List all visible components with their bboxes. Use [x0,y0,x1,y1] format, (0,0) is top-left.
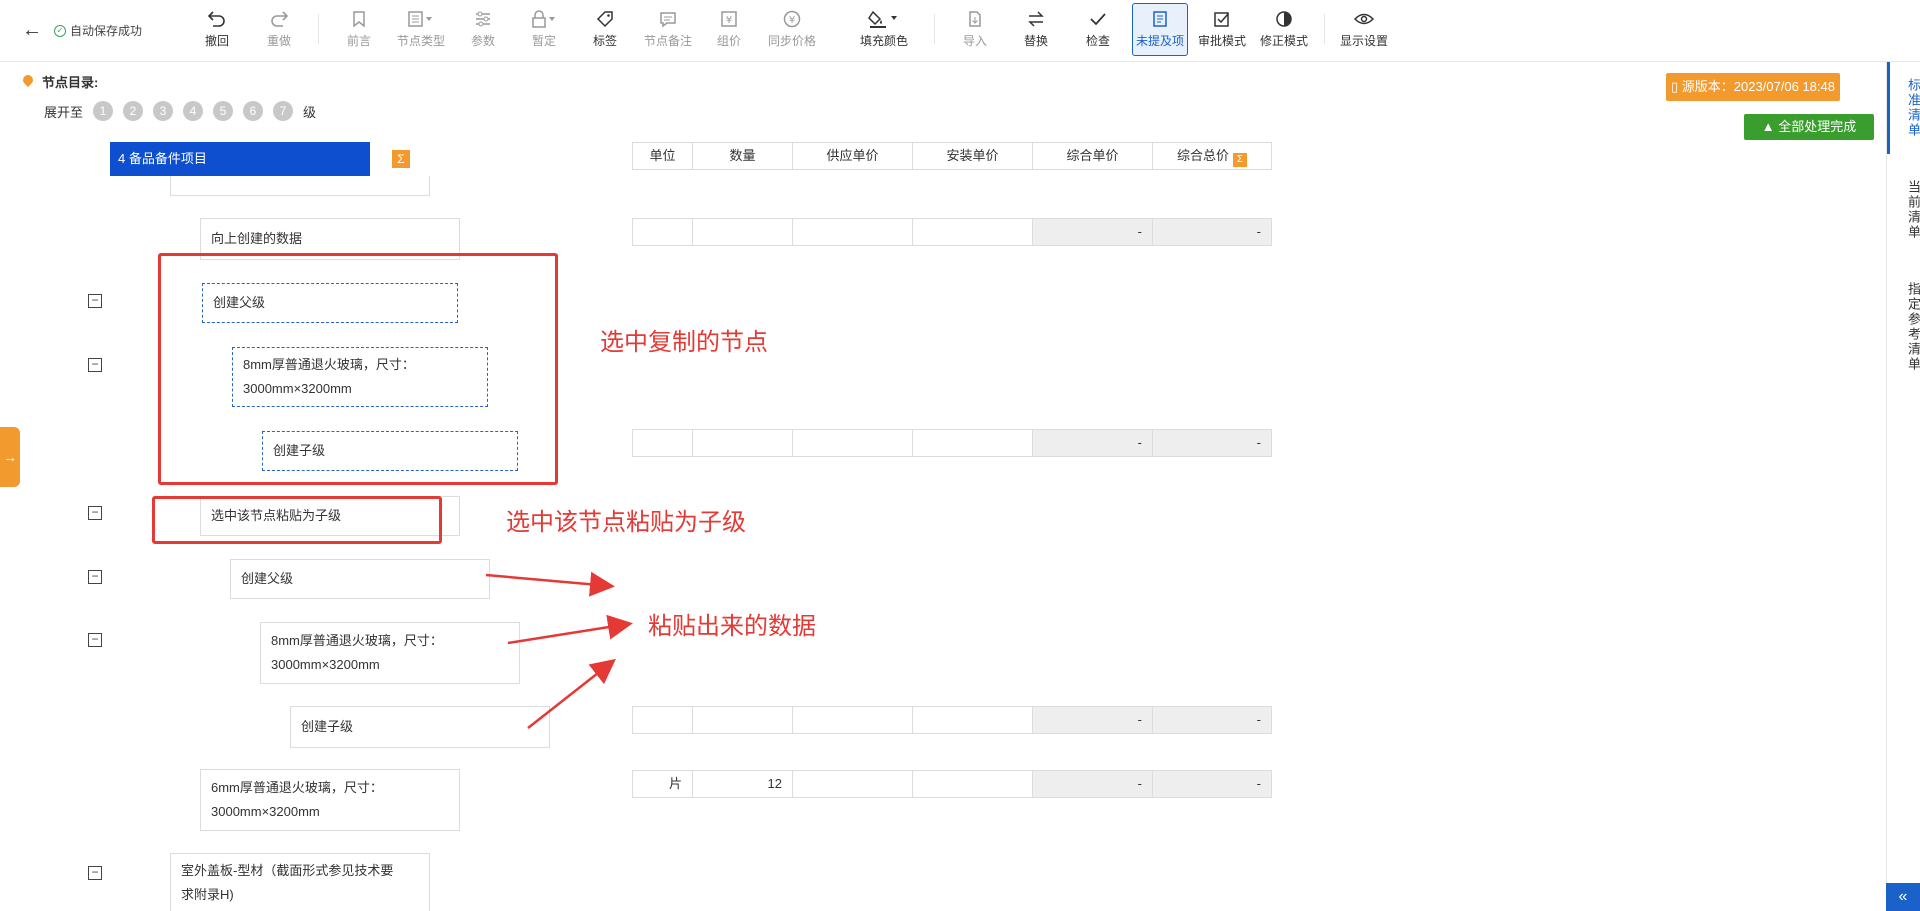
annotation-arrow [527,658,616,729]
annotation-arrow [507,614,633,645]
annotation-arrow [485,571,615,597]
annotation-arrows [485,571,633,729]
